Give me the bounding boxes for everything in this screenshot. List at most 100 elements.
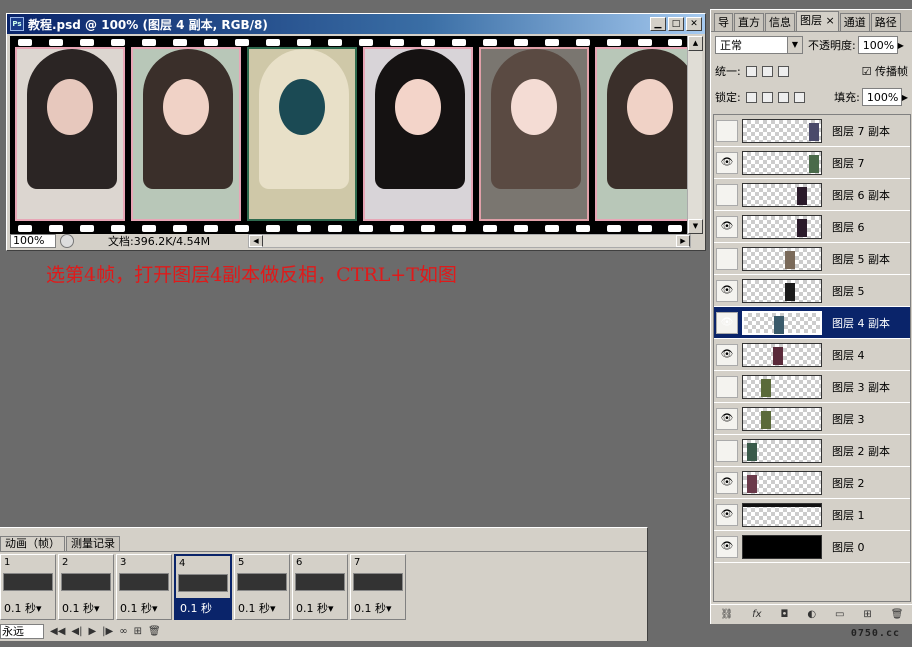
layer-row-selected[interactable]: 👁 图层 4 副本 bbox=[714, 307, 910, 339]
layer-row[interactable]: 👁 图层 1 bbox=[714, 499, 910, 531]
duplicate-frame-icon[interactable]: ⊞ bbox=[134, 626, 142, 637]
scroll-down-arrow-icon[interactable]: ▼ bbox=[688, 219, 703, 234]
new-layer-icon[interactable]: ⊞ bbox=[863, 609, 871, 620]
eye-icon[interactable]: 👁 bbox=[716, 311, 738, 334]
layer-row[interactable]: 图层 2 副本 bbox=[714, 435, 910, 467]
delete-frame-icon[interactable]: 🗑 bbox=[148, 626, 161, 637]
layer-thumbnail bbox=[742, 406, 822, 431]
layer-style-icon[interactable]: fx bbox=[752, 609, 761, 620]
frame-delay[interactable]: 0.1 秒▾ bbox=[354, 600, 392, 616]
visibility-toggle[interactable] bbox=[716, 439, 738, 462]
previous-frame-icon[interactable]: ◀| bbox=[71, 626, 82, 637]
lock-pixels-icon[interactable] bbox=[761, 91, 773, 103]
lock-all-icon[interactable] bbox=[793, 91, 805, 103]
opacity-field[interactable]: 100% bbox=[857, 36, 898, 54]
frame-delay[interactable]: 0.1 秒▾ bbox=[296, 600, 334, 616]
animation-frame[interactable]: 6 0.1 秒▾ bbox=[292, 554, 348, 620]
animation-frame[interactable]: 7 0.1 秒▾ bbox=[350, 554, 406, 620]
scroll-left-arrow-icon[interactable]: ◀ bbox=[249, 234, 263, 247]
eye-icon[interactable]: 👁 bbox=[716, 503, 738, 526]
layer-row[interactable]: 👁 图层 3 bbox=[714, 403, 910, 435]
film-sprocket-top bbox=[10, 37, 691, 47]
document-title-bar[interactable]: Ps 教程.psd @ 100% (图层 4 副本, RGB/8) ▁ □ ✕ bbox=[7, 14, 705, 34]
animation-frame[interactable]: 2 0.1 秒▾ bbox=[58, 554, 114, 620]
unify-position-icon[interactable] bbox=[745, 65, 757, 77]
eye-icon[interactable]: 👁 bbox=[716, 215, 738, 238]
layer-row[interactable]: 👁 图层 5 bbox=[714, 275, 910, 307]
lock-position-icon[interactable] bbox=[777, 91, 789, 103]
animation-frame[interactable]: 3 0.1 秒▾ bbox=[116, 554, 172, 620]
vertical-scrollbar[interactable]: ▲ ▼ bbox=[687, 36, 703, 234]
new-group-icon[interactable]: ▭ bbox=[835, 609, 844, 620]
frame-delay[interactable]: 0.1 秒▾ bbox=[120, 600, 158, 616]
lock-transparency-icon[interactable] bbox=[745, 91, 757, 103]
document-info[interactable]: 文档:396.2K/4.54M bbox=[108, 233, 248, 249]
navigator-icon[interactable] bbox=[60, 233, 74, 248]
unify-visibility-icon[interactable] bbox=[761, 65, 773, 77]
play-icon[interactable]: ▶ bbox=[88, 626, 96, 637]
animation-frame[interactable]: 1 0.1 秒▾ bbox=[0, 554, 56, 620]
tab-channels[interactable]: 通道 bbox=[839, 13, 870, 31]
tab-layers[interactable]: 图层 × bbox=[796, 11, 839, 31]
eye-icon[interactable]: 👁 bbox=[716, 535, 738, 558]
eye-icon[interactable]: 👁 bbox=[716, 471, 738, 494]
link-layers-icon[interactable]: ⛓ bbox=[720, 609, 733, 620]
animation-frame[interactable]: 5 0.1 秒▾ bbox=[234, 554, 290, 620]
layer-row[interactable]: 图层 5 副本 bbox=[714, 243, 910, 275]
tab-info[interactable]: 信息 bbox=[765, 13, 795, 31]
tab-paths[interactable]: 路径 bbox=[870, 13, 901, 31]
eye-icon[interactable]: 👁 bbox=[716, 343, 738, 366]
layer-row[interactable]: 图层 7 副本 bbox=[714, 115, 910, 147]
propagate-frame-checkbox[interactable]: ☑ 传播帧 bbox=[862, 63, 908, 79]
layer-row[interactable]: 👁 图层 6 bbox=[714, 211, 910, 243]
delete-layer-icon[interactable]: 🗑 bbox=[891, 609, 904, 620]
scroll-right-arrow-icon[interactable]: ▶ bbox=[676, 234, 690, 247]
layer-thumbnail bbox=[742, 470, 822, 495]
layer-row[interactable]: 👁 图层 2 bbox=[714, 467, 910, 499]
adjustment-layer-icon[interactable]: ◐ bbox=[807, 609, 816, 620]
loop-select[interactable]: 永远 bbox=[0, 624, 44, 639]
first-frame-icon[interactable]: ◀◀ bbox=[50, 626, 65, 637]
minimize-button[interactable]: ▁ bbox=[650, 17, 666, 31]
layer-row[interactable]: 👁 图层 0 bbox=[714, 531, 910, 563]
layer-mask-icon[interactable]: ◘ bbox=[781, 609, 789, 620]
document-title: 教程.psd @ 100% (图层 4 副本, RGB/8) bbox=[28, 17, 268, 32]
eye-icon[interactable]: 👁 bbox=[716, 407, 738, 430]
scroll-up-arrow-icon[interactable]: ▲ bbox=[688, 36, 703, 51]
canvas[interactable] bbox=[10, 36, 691, 234]
tab-navigator[interactable]: 导 bbox=[714, 13, 733, 31]
layer-row[interactable]: 👁 图层 4 bbox=[714, 339, 910, 371]
layers-panel: 导 直方 信息 图层 × 通道 路径 正常 ▼ 不透明度: 100% ▶ 统一: … bbox=[710, 9, 912, 624]
frame-thumbnail bbox=[295, 573, 345, 591]
frame-delay[interactable]: 0.1 秒▾ bbox=[62, 600, 100, 616]
layers-panel-tabs: 导 直方 信息 图层 × 通道 路径 bbox=[711, 10, 912, 32]
unify-style-icon[interactable] bbox=[777, 65, 789, 77]
tab-histogram[interactable]: 直方 bbox=[734, 13, 764, 31]
close-button[interactable]: ✕ bbox=[686, 17, 702, 31]
horizontal-scrollbar[interactable]: ◀ ▶ bbox=[248, 233, 691, 248]
tab-measurement-log[interactable]: 测量记录 bbox=[66, 536, 120, 551]
opacity-arrow-icon[interactable]: ▶ bbox=[898, 41, 907, 50]
blend-mode-select[interactable]: 正常 ▼ bbox=[715, 36, 803, 54]
layer-row[interactable]: 图层 6 副本 bbox=[714, 179, 910, 211]
zoom-field[interactable]: 100% bbox=[10, 233, 56, 248]
visibility-toggle[interactable] bbox=[716, 375, 738, 398]
tween-icon[interactable]: ∞ bbox=[119, 626, 127, 637]
layer-row[interactable]: 图层 3 副本 bbox=[714, 371, 910, 403]
visibility-toggle[interactable] bbox=[716, 183, 738, 206]
fill-arrow-icon[interactable]: ▶ bbox=[902, 93, 908, 102]
fill-field[interactable]: 100% bbox=[861, 88, 902, 106]
frame-delay[interactable]: 0.1 秒▾ bbox=[4, 600, 42, 616]
visibility-toggle[interactable] bbox=[716, 247, 738, 270]
layer-row[interactable]: 👁 图层 7 bbox=[714, 147, 910, 179]
next-frame-icon[interactable]: |▶ bbox=[102, 626, 113, 637]
frame-delay[interactable]: 0.1 秒 bbox=[176, 598, 230, 618]
animation-frame-selected[interactable]: 4 0.1 秒 bbox=[174, 554, 232, 620]
frame-delay[interactable]: 0.1 秒▾ bbox=[238, 600, 276, 616]
tab-animation-frames[interactable]: 动画（帧） bbox=[0, 536, 65, 551]
visibility-toggle[interactable] bbox=[716, 119, 738, 142]
eye-icon[interactable]: 👁 bbox=[716, 151, 738, 174]
layer-thumbnail bbox=[742, 438, 822, 463]
eye-icon[interactable]: 👁 bbox=[716, 279, 738, 302]
maximize-button[interactable]: □ bbox=[668, 17, 684, 31]
